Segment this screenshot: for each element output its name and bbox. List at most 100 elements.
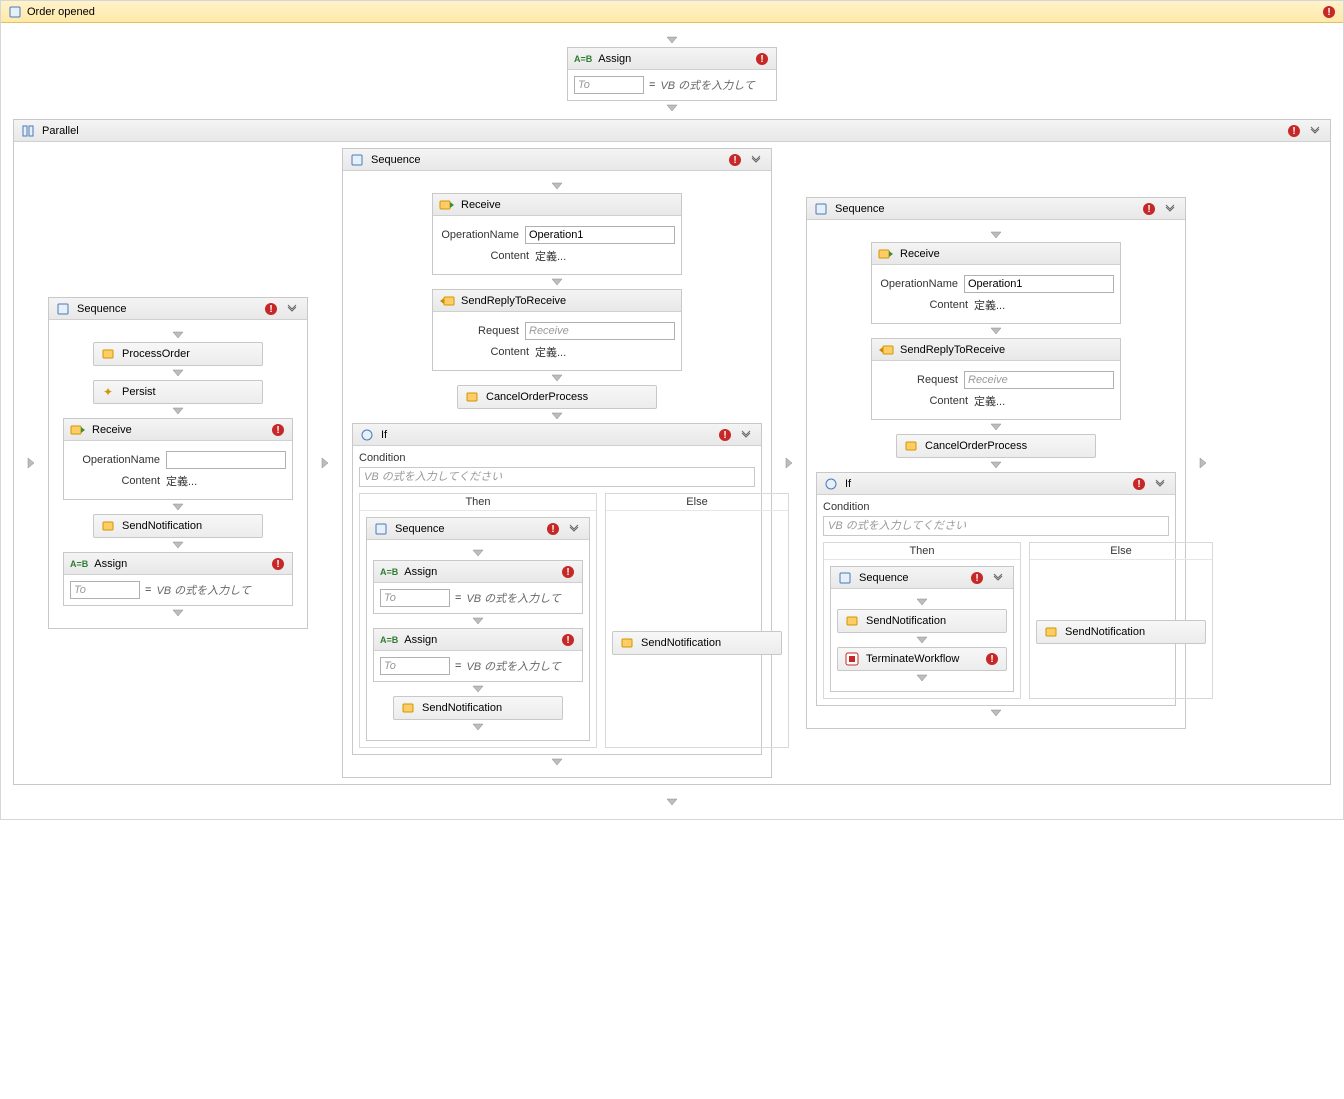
assign-to-input[interactable] (380, 657, 450, 675)
error-icon[interactable]: ! (263, 301, 279, 317)
error-icon[interactable]: ! (717, 427, 733, 443)
assign-to-input[interactable] (380, 589, 450, 607)
assign-activity-lane2-2[interactable]: A=BAssign! =VB の式を入力して (373, 628, 583, 682)
chevron-right-icon[interactable] (1194, 456, 1212, 470)
error-icon[interactable]: ! (1131, 476, 1147, 492)
chevron-down-icon[interactable] (987, 420, 1005, 434)
send-notification-activity[interactable]: SendNotification (1036, 620, 1206, 644)
sequence-lane2[interactable]: Sequence ! Receive (342, 148, 772, 778)
chevron-down-icon[interactable] (169, 404, 187, 418)
collapse-icon[interactable] (747, 153, 765, 167)
terminate-workflow-activity[interactable]: TerminateWorkflow ! (837, 647, 1007, 671)
chevron-down-icon[interactable] (663, 33, 681, 47)
request-input[interactable] (525, 322, 675, 340)
error-icon[interactable]: ! (1286, 123, 1302, 139)
collapse-icon[interactable] (1306, 124, 1324, 138)
error-icon[interactable]: ! (727, 152, 743, 168)
receive-activity-lane3[interactable]: Receive OperationName Content定義... (871, 242, 1121, 324)
then-sequence-lane3[interactable]: Sequence ! (830, 566, 1014, 692)
error-icon[interactable]: ! (560, 632, 576, 648)
chevron-down-icon[interactable] (913, 671, 931, 685)
error-icon[interactable]: ! (984, 651, 1000, 667)
chevron-down-icon[interactable] (548, 371, 566, 385)
activity-title: Sequence (835, 203, 885, 215)
opname-input[interactable] (964, 275, 1114, 293)
content-link[interactable]: 定義... (535, 248, 566, 264)
error-icon[interactable]: ! (560, 564, 576, 580)
error-icon[interactable]: ! (545, 521, 561, 537)
chevron-down-icon[interactable] (548, 179, 566, 193)
send-notification-activity[interactable]: SendNotification (93, 514, 263, 538)
error-icon[interactable]: ! (270, 556, 286, 572)
if-activity-lane3[interactable]: If ! Condition (816, 472, 1176, 706)
opname-input[interactable] (525, 226, 675, 244)
chevron-down-icon[interactable] (987, 706, 1005, 720)
assign-activity-top[interactable]: A=B Assign ! = VB の式を入力して (567, 47, 777, 101)
chevron-down-icon[interactable] (469, 614, 487, 628)
sequence-lane1[interactable]: Sequence ! ProcessOrder ✦ (48, 297, 308, 629)
error-icon[interactable]: ! (969, 570, 985, 586)
receive-activity-lane1[interactable]: Receive ! OperationName Content定義... (63, 418, 293, 500)
error-icon[interactable]: ! (270, 422, 286, 438)
then-sequence-lane2[interactable]: Sequence ! (366, 517, 590, 741)
chevron-right-icon[interactable] (780, 456, 798, 470)
collapse-icon[interactable] (737, 428, 755, 442)
chevron-down-icon[interactable] (987, 458, 1005, 472)
chevron-down-icon[interactable] (548, 275, 566, 289)
send-notification-activity[interactable]: SendNotification (837, 609, 1007, 633)
collapse-icon[interactable] (283, 302, 301, 316)
content-link[interactable]: 定義... (974, 393, 1005, 409)
assign-to-input[interactable] (574, 76, 644, 94)
assign-activity-lane1[interactable]: A=B Assign ! = VB の式を入力して (63, 552, 293, 606)
chevron-down-icon[interactable] (169, 606, 187, 620)
receive-activity-lane2[interactable]: Receive OperationName Content定義... (432, 193, 682, 275)
chevron-down-icon[interactable] (169, 538, 187, 552)
chevron-down-icon[interactable] (913, 595, 931, 609)
condition-input[interactable] (823, 516, 1169, 536)
collapse-icon[interactable] (565, 522, 583, 536)
chevron-down-icon[interactable] (663, 101, 681, 115)
send-notification-activity[interactable]: SendNotification (393, 696, 563, 720)
sendreply-activity-lane2[interactable]: SendReplyToReceive Request Content定義... (432, 289, 682, 371)
condition-input[interactable] (359, 467, 755, 487)
assign-expr[interactable]: VB の式を入力して (660, 77, 754, 93)
chevron-down-icon[interactable] (913, 633, 931, 647)
chevron-right-icon[interactable] (22, 456, 40, 470)
assign-to-input[interactable] (70, 581, 140, 599)
assign-activity-lane2-1[interactable]: A=BAssign! =VB の式を入力して (373, 560, 583, 614)
if-activity-lane2[interactable]: If ! Condition (352, 423, 762, 755)
opname-input[interactable] (166, 451, 286, 469)
sequence-header-order-opened[interactable]: Order opened ! (1, 1, 1343, 23)
content-link[interactable]: 定義... (974, 297, 1005, 313)
chevron-down-icon[interactable] (169, 328, 187, 342)
parallel-activity[interactable]: Parallel ! Sequence ! (13, 119, 1331, 785)
chevron-down-icon[interactable] (987, 228, 1005, 242)
error-icon[interactable]: ! (1141, 201, 1157, 217)
process-order-activity[interactable]: ProcessOrder (93, 342, 263, 366)
error-icon[interactable]: ! (1321, 4, 1337, 20)
content-link[interactable]: 定義... (535, 344, 566, 360)
collapse-icon[interactable] (989, 571, 1007, 585)
chevron-down-icon[interactable] (169, 366, 187, 380)
sequence-lane3[interactable]: Sequence ! Receive (806, 197, 1186, 729)
chevron-down-icon[interactable] (469, 682, 487, 696)
cancel-order-process-activity[interactable]: CancelOrderProcess (896, 434, 1096, 458)
chevron-down-icon[interactable] (469, 720, 487, 734)
cancel-order-process-activity[interactable]: CancelOrderProcess (457, 385, 657, 409)
chevron-down-icon[interactable] (663, 795, 681, 809)
request-input[interactable] (964, 371, 1114, 389)
chevron-right-icon[interactable] (316, 456, 334, 470)
chevron-down-icon[interactable] (169, 500, 187, 514)
collapse-icon[interactable] (1151, 477, 1169, 491)
chevron-down-icon[interactable] (548, 409, 566, 423)
content-link[interactable]: 定義... (166, 473, 197, 489)
chevron-down-icon[interactable] (469, 546, 487, 560)
chevron-down-icon[interactable] (548, 755, 566, 769)
collapse-icon[interactable] (1161, 202, 1179, 216)
sendreply-activity-lane3[interactable]: SendReplyToReceive Request Content定義... (871, 338, 1121, 420)
chevron-down-icon[interactable] (987, 324, 1005, 338)
persist-activity[interactable]: ✦ Persist (93, 380, 263, 404)
send-notification-activity[interactable]: SendNotification (612, 631, 782, 655)
assign-expr[interactable]: VB の式を入力して (156, 582, 250, 598)
error-icon[interactable]: ! (754, 51, 770, 67)
